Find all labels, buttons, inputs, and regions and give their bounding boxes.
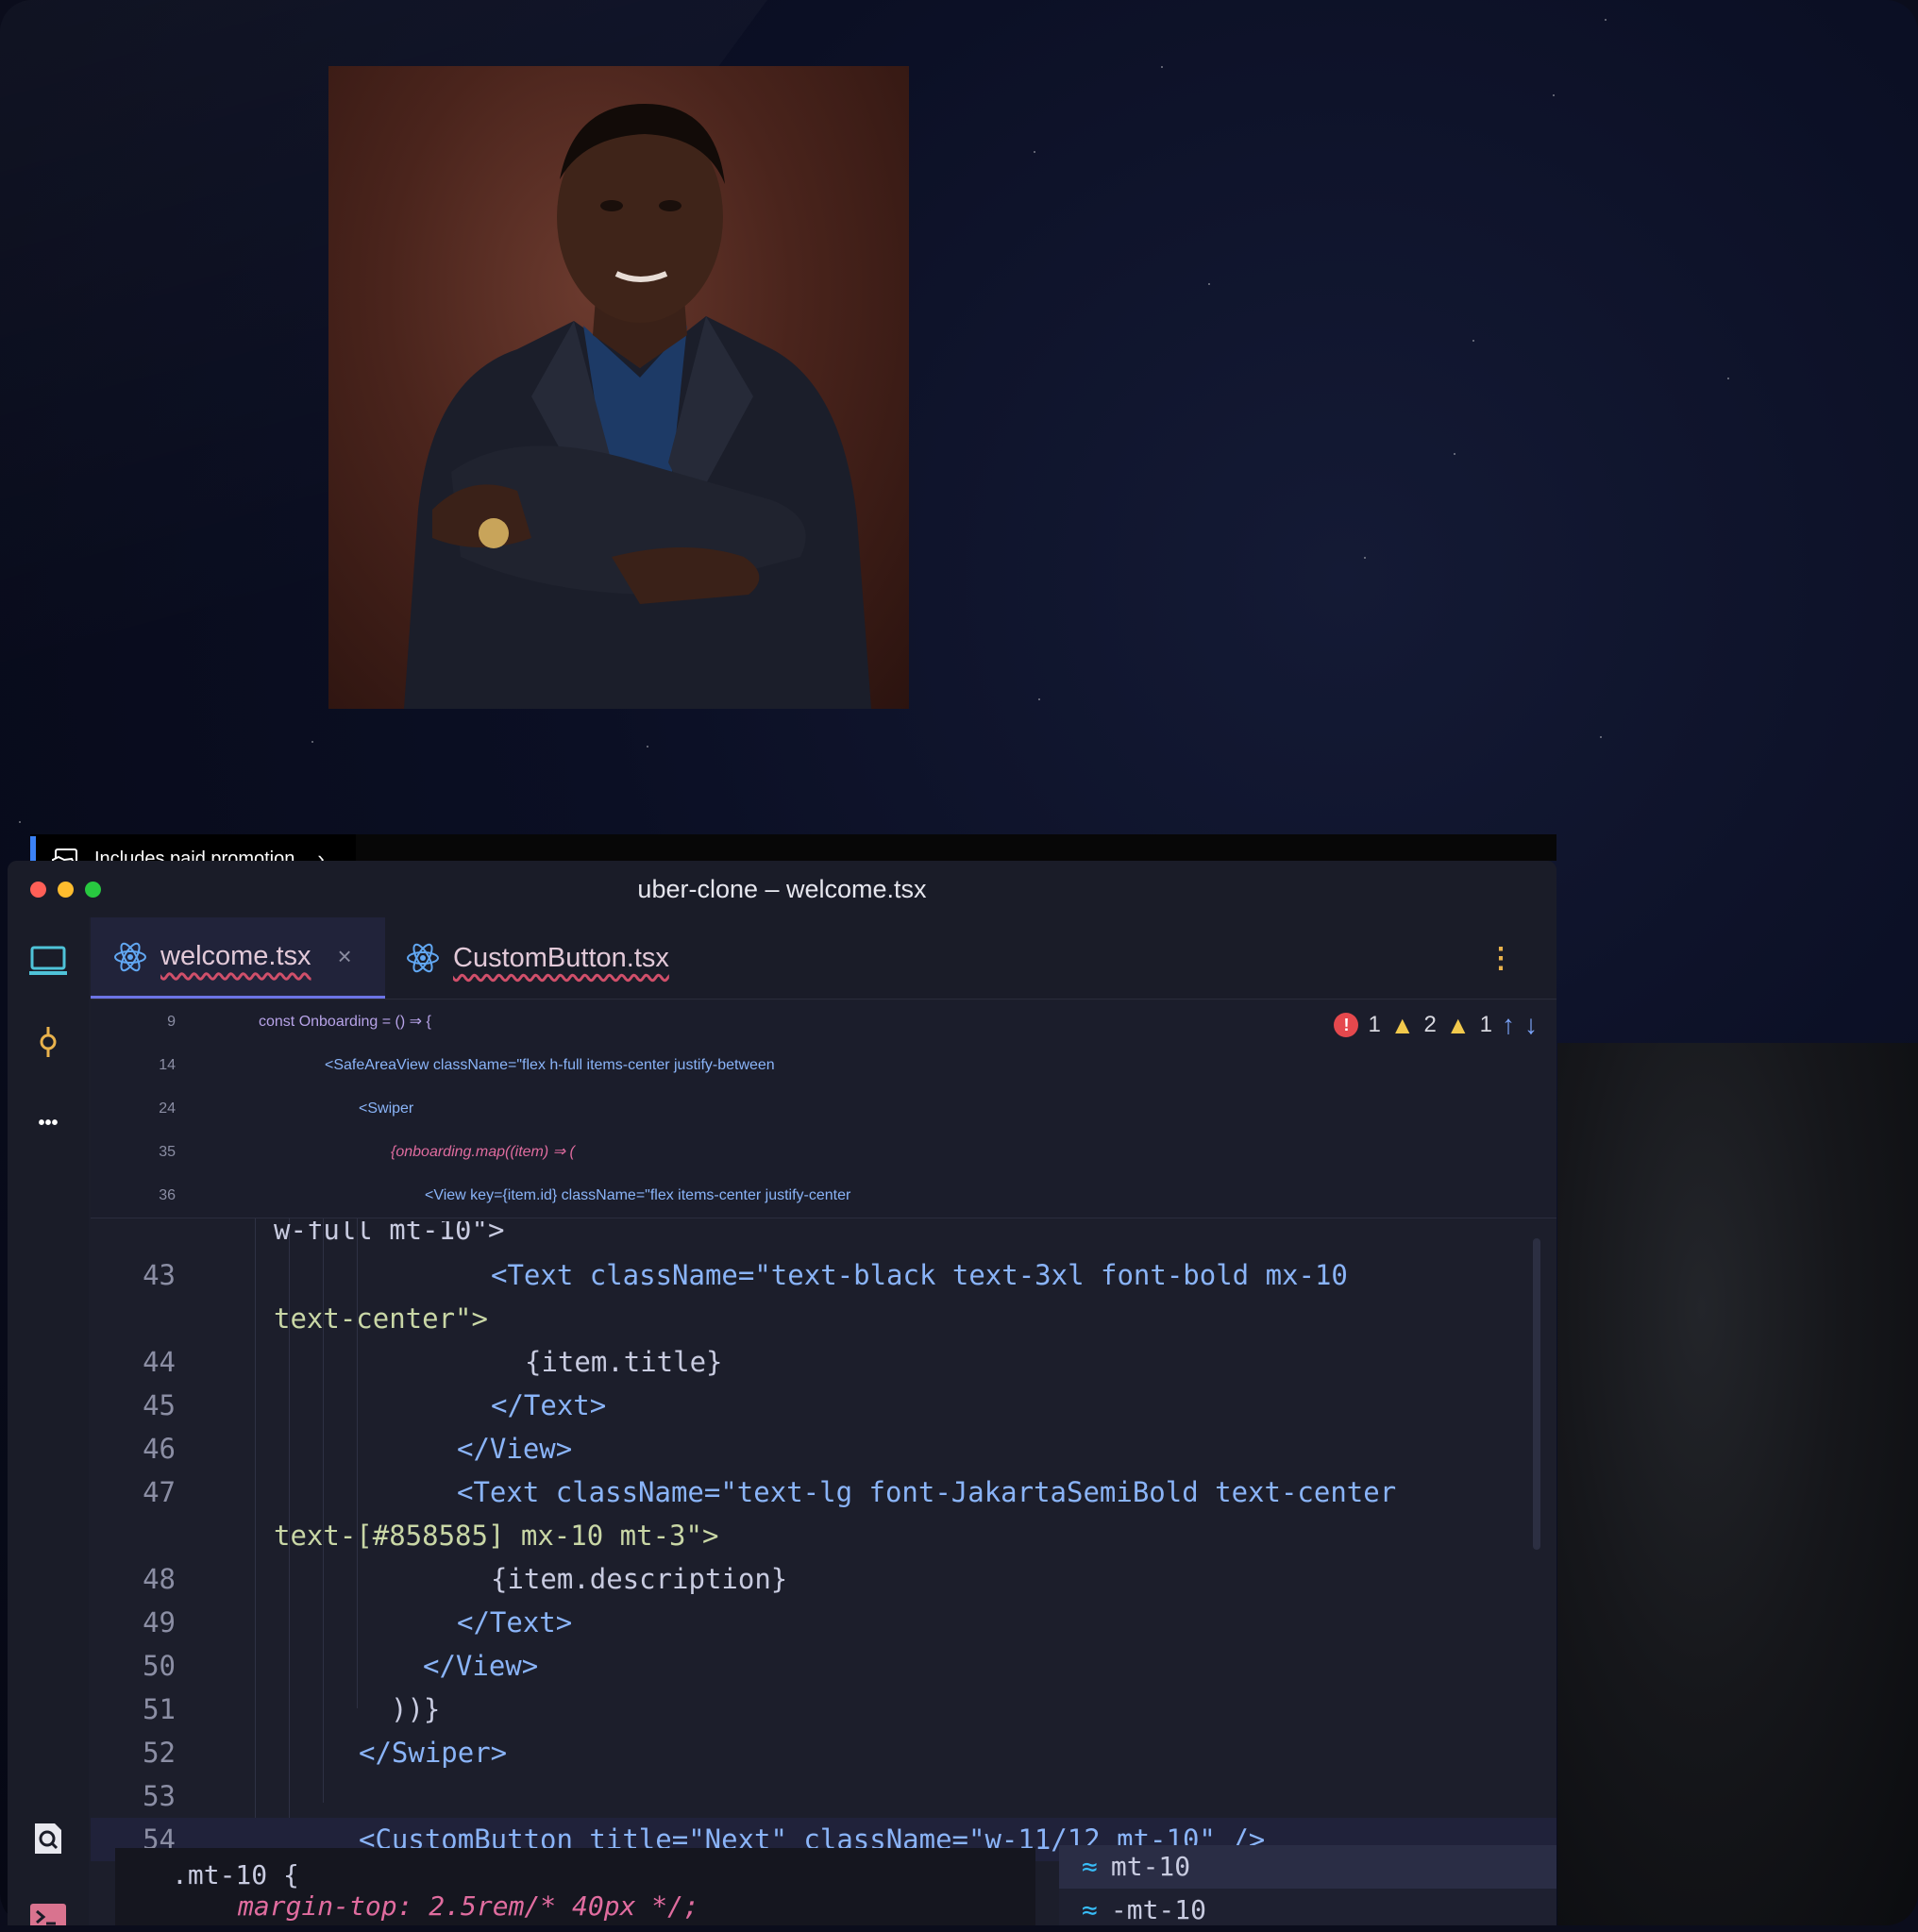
- code-line[interactable]: 53: [91, 1774, 1556, 1818]
- close-tab-icon[interactable]: ×: [338, 942, 352, 971]
- weak-warning-icon: ▲: [1445, 1010, 1471, 1039]
- weak-warning-count: 1: [1479, 1012, 1492, 1037]
- portrait-photo: [328, 66, 909, 709]
- code-line[interactable]: 24 <Swiper: [91, 1087, 1556, 1131]
- code-line-clipped: w-full mt-10">: [274, 1221, 505, 1246]
- code-line[interactable]: 46 </View>: [91, 1427, 1556, 1470]
- react-icon: [114, 942, 146, 971]
- code-line[interactable]: 36 <View key={item.id} className="flex it…: [91, 1174, 1556, 1218]
- code-line[interactable]: 52 </Swiper>: [91, 1731, 1556, 1774]
- css-rule-selector: .mt-10 {: [172, 1859, 299, 1890]
- promo-strip: [356, 834, 1556, 861]
- error-icon: !: [1334, 1013, 1359, 1037]
- react-icon: [407, 943, 439, 973]
- title-bar: uber-clone – welcome.tsx: [8, 861, 1556, 917]
- tailwind-icon: ≈: [1082, 1851, 1098, 1882]
- tab-bar: welcome.tsx × CustomButton.tsx ⋮: [91, 917, 1556, 1000]
- git-commit-icon[interactable]: [27, 1021, 69, 1063]
- more-icon[interactable]: •••: [27, 1102, 69, 1144]
- warning-count: 2: [1423, 1012, 1437, 1037]
- code-line[interactable]: 35 {onboarding.map((item) ⇒ (: [91, 1131, 1556, 1174]
- code-line[interactable]: 14 <SafeAreaView className="flex h-full i…: [91, 1044, 1556, 1087]
- next-problem-icon[interactable]: ↓: [1524, 1010, 1538, 1040]
- maximize-window-button[interactable]: [85, 882, 101, 898]
- code-line[interactable]: 50 </View>: [91, 1644, 1556, 1688]
- documentation-popup: .mt-10 { margin-top: 2.5rem/* 40px */;: [115, 1848, 1035, 1925]
- minimize-window-button[interactable]: [58, 882, 74, 898]
- window-title: uber-clone – welcome.tsx: [637, 874, 927, 903]
- warning-icon: ▲: [1389, 1010, 1415, 1039]
- editor-window: uber-clone – welcome.tsx ••• welcome.tsx…: [8, 861, 1556, 1925]
- blurred-background: [1557, 1043, 1918, 1925]
- completion-popup: ≈ mt-10 ≈ -mt-10: [1059, 1845, 1556, 1925]
- code-line[interactable]: text-center">: [91, 1297, 1556, 1340]
- portrait-illustration: [404, 104, 871, 709]
- window-controls: [30, 882, 101, 898]
- css-rule-declaration: margin-top: 2.5rem/* 40px */;: [238, 1890, 699, 1922]
- close-window-button[interactable]: [30, 882, 46, 898]
- inspection-status[interactable]: ! 1 ▲ 2 ▲ 1 ↑ ↓: [1334, 1010, 1538, 1040]
- previous-problem-icon[interactable]: ↑: [1502, 1010, 1515, 1040]
- code-line[interactable]: 49 </Text>: [91, 1601, 1556, 1644]
- tab-label: CustomButton.tsx: [453, 942, 669, 973]
- tailwind-icon: ≈: [1082, 1894, 1098, 1925]
- tab-custombutton[interactable]: CustomButton.tsx: [396, 917, 669, 999]
- sticky-scope-header: ! 1 ▲ 2 ▲ 1 ↑ ↓ 9 const Onboarding = () ⇒…: [91, 1000, 1556, 1218]
- completion-item[interactable]: ≈ -mt-10: [1059, 1889, 1556, 1932]
- code-line[interactable]: 45 </Text>: [91, 1384, 1556, 1427]
- completion-item[interactable]: ≈ mt-10: [1059, 1845, 1556, 1889]
- monitor-icon[interactable]: [27, 940, 69, 982]
- search-icon[interactable]: [27, 1818, 69, 1859]
- tab-label: welcome.tsx: [160, 941, 311, 971]
- more-vertical-icon[interactable]: ⋮: [1487, 942, 1515, 975]
- code-line[interactable]: 48 {item.description}: [91, 1557, 1556, 1601]
- tab-welcome[interactable]: welcome.tsx ×: [91, 917, 385, 999]
- code-line[interactable]: 44 {item.title}: [91, 1340, 1556, 1384]
- code-line[interactable]: text-[#858585] mx-10 mt-3">: [91, 1514, 1556, 1557]
- terminal-icon[interactable]: [27, 1897, 69, 1925]
- code-line[interactable]: 43 <Text className="text-black text-3xl f…: [91, 1253, 1556, 1297]
- error-count: 1: [1368, 1012, 1381, 1037]
- scrollbar-thumb[interactable]: [1533, 1238, 1540, 1550]
- code-line[interactable]: 51))}: [91, 1688, 1556, 1731]
- tool-sidebar: •••: [8, 917, 89, 1925]
- code-line[interactable]: 47 <Text className="text-lg font-JakartaS…: [91, 1470, 1556, 1514]
